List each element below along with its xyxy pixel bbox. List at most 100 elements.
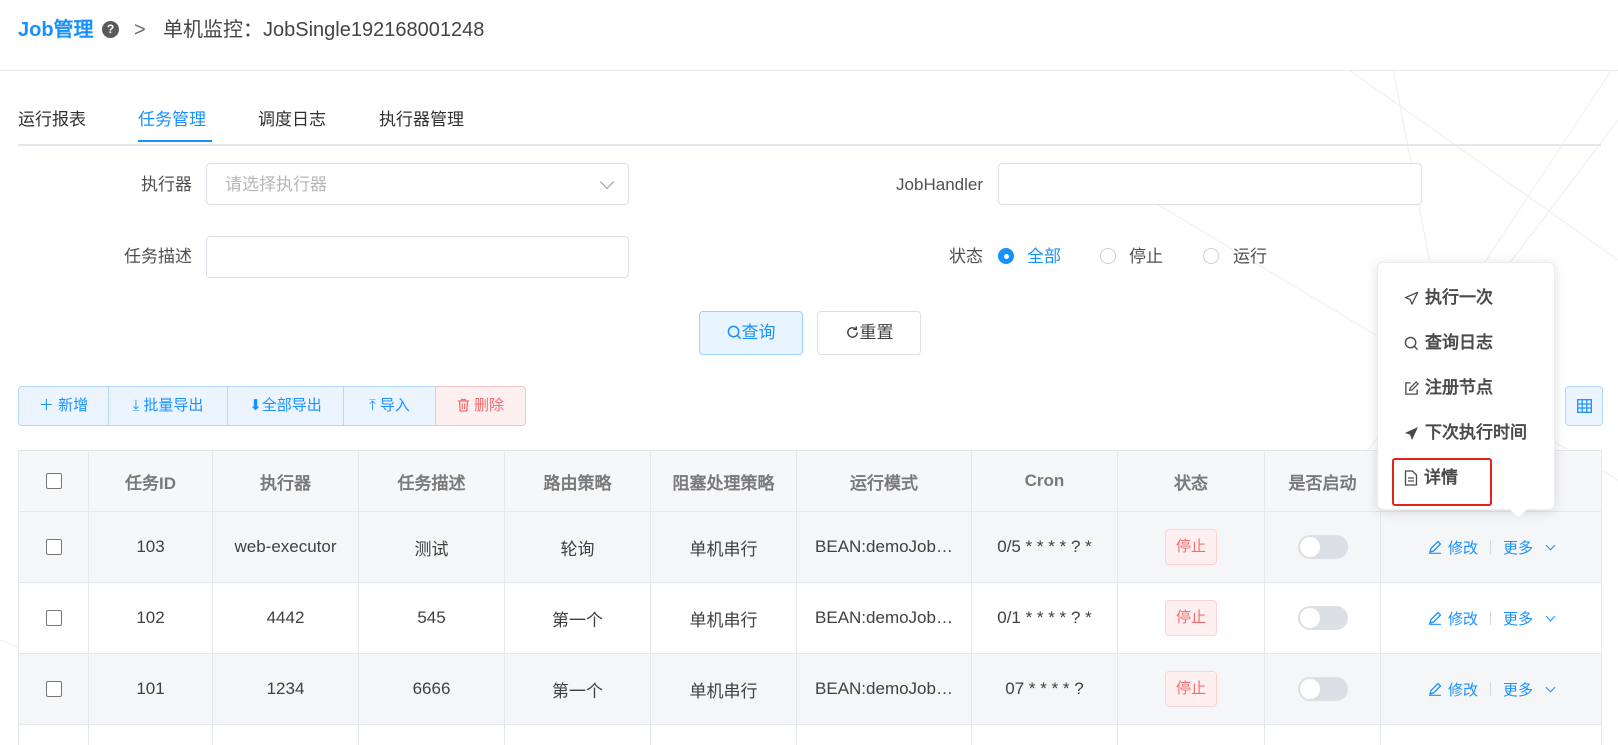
action-toolbar: ＋ 新增 ⤓ 批量导出 ⬇全部导出 ⤒ 导入 删除 xyxy=(18,386,526,426)
cell-block-strategy: 单机串行 xyxy=(651,512,797,582)
chevron-down-icon[interactable] xyxy=(1545,611,1556,621)
upload-icon: ⤒ xyxy=(369,397,380,414)
enable-toggle[interactable] xyxy=(1297,677,1348,701)
status-radio-stop-label[interactable]: 停止 xyxy=(1129,246,1163,268)
status-radio-stop[interactable] xyxy=(1100,248,1116,264)
enable-toggle[interactable] xyxy=(1297,535,1348,559)
delete-label: 删除 xyxy=(473,397,504,414)
tab-executor-management[interactable]: 执行器管理 xyxy=(379,108,464,132)
cell-status: 停止 xyxy=(1118,512,1265,582)
executor-select[interactable]: 请选择执行器 xyxy=(206,163,629,205)
edit-link[interactable]: 修改 xyxy=(1448,608,1478,629)
col-run-mode[interactable]: 运行模式 xyxy=(797,451,972,511)
tab-schedule-log[interactable]: 调度日志 xyxy=(258,108,326,132)
cell-task-desc: 测试 xyxy=(359,512,505,582)
jobhandler-input[interactable] xyxy=(998,163,1422,205)
trash-icon xyxy=(457,398,469,412)
row-checkbox[interactable] xyxy=(45,681,62,697)
menu-item-execute-once[interactable]: 执行一次 xyxy=(1404,286,1493,310)
executor-label: 执行器 xyxy=(141,175,192,194)
edit-square-icon xyxy=(1405,380,1419,395)
batch-export-button[interactable]: ⤓ 批量导出 xyxy=(108,386,228,426)
enable-toggle[interactable] xyxy=(1297,606,1348,630)
menu-item-register-node[interactable]: 注册节点 xyxy=(1404,376,1493,400)
cell-task-id: 101 xyxy=(89,654,213,724)
table-row[interactable]: 102 4442 545 第一个 单机串行 BEAN:demoJob… 0/1 … xyxy=(19,583,1602,654)
cell-executor: web-executor xyxy=(213,512,359,582)
row-select-cell xyxy=(19,654,89,724)
col-route-strategy[interactable]: 路由策略 xyxy=(505,451,651,511)
tab-task-management[interactable]: 任务管理 xyxy=(138,108,206,132)
table-row[interactable]: 101 1234 6666 第一个 单机串行 BEAN:demoJob… 07 … xyxy=(19,654,1602,725)
cell-run-mode: BEAN:demoJob… xyxy=(797,654,972,724)
more-link[interactable]: 更多 xyxy=(1503,537,1533,558)
cell-operations: 修改 更多 xyxy=(1381,654,1602,724)
help-icon[interactable]: ? xyxy=(102,21,119,38)
cell-task-desc: 545 xyxy=(359,583,505,653)
column-settings-button[interactable] xyxy=(1565,386,1603,426)
col-task-desc[interactable]: 任务描述 xyxy=(359,451,505,511)
add-button[interactable]: ＋ 新增 xyxy=(18,386,109,426)
status-radio-run[interactable] xyxy=(1203,248,1219,264)
col-status[interactable]: 状态 xyxy=(1118,451,1265,511)
status-label: 状态 xyxy=(949,247,983,266)
chevron-down-icon[interactable] xyxy=(1545,682,1556,692)
col-enabled[interactable]: 是否启动 xyxy=(1265,451,1381,511)
cell-cron: 0/1 * * * * ? * xyxy=(972,583,1118,653)
edit-link[interactable]: 修改 xyxy=(1448,537,1478,558)
task-desc-input[interactable] xyxy=(206,236,629,278)
col-task-id[interactable]: 任务ID xyxy=(89,451,213,511)
cell-task-desc: 6666 xyxy=(359,654,505,724)
cell-route-strategy: 第一个 xyxy=(505,583,651,653)
reset-button[interactable]: 重置 xyxy=(817,311,921,355)
edit-link[interactable]: 修改 xyxy=(1448,679,1478,700)
col-cron[interactable]: Cron xyxy=(972,451,1118,511)
plus-icon: ＋ xyxy=(38,397,59,414)
status-badge: 停止 xyxy=(1164,671,1217,707)
tab-bar: 运行报表 任务管理 调度日志 执行器管理 xyxy=(18,100,1601,146)
cell-block-strategy: 单机串行 xyxy=(651,583,797,653)
delete-button[interactable]: 删除 xyxy=(435,386,526,426)
cell-task-id: 103 xyxy=(89,512,213,582)
cell-cron: 0/5 * * * * ? * xyxy=(972,512,1118,582)
tab-run-report[interactable]: 运行报表 xyxy=(18,108,86,132)
download-icon: ⤓ xyxy=(132,397,144,414)
import-button[interactable]: ⤒ 导入 xyxy=(343,386,436,426)
status-radio-run-label[interactable]: 运行 xyxy=(1233,246,1267,268)
status-radio-all[interactable] xyxy=(998,248,1014,264)
menu-item-label: 下次执行时间 xyxy=(1425,423,1527,442)
add-button-label: 新增 xyxy=(58,397,89,414)
batch-export-label: 批量导出 xyxy=(143,397,204,414)
more-link[interactable]: 更多 xyxy=(1503,679,1533,700)
menu-item-next-run-time[interactable]: 下次执行时间 xyxy=(1404,421,1527,445)
divider xyxy=(1490,611,1491,625)
brand-title[interactable]: Job管理 xyxy=(18,16,94,44)
select-all-cell xyxy=(19,451,89,511)
more-link[interactable]: 更多 xyxy=(1503,608,1533,629)
tab-active-indicator xyxy=(138,140,212,142)
refresh-icon xyxy=(846,326,858,338)
cell-enabled xyxy=(1265,512,1381,582)
cell-executor: 1234 xyxy=(213,654,359,724)
details-highlight-box xyxy=(1392,458,1492,506)
col-executor[interactable]: 执行器 xyxy=(213,451,359,511)
status-radio-all-label[interactable]: 全部 xyxy=(1027,246,1061,268)
jobhandler-label: JobHandler xyxy=(896,175,983,194)
page-title: 单机监控：JobSingle192168001248 xyxy=(163,19,485,41)
chevron-down-icon[interactable] xyxy=(1545,540,1556,550)
col-block-strategy[interactable]: 阻塞处理策略 xyxy=(651,451,797,511)
send-solid-icon xyxy=(1404,426,1419,440)
search-icon xyxy=(1404,336,1419,350)
row-checkbox[interactable] xyxy=(45,610,62,626)
menu-item-query-log[interactable]: 查询日志 xyxy=(1404,331,1493,355)
table-row[interactable]: 103 web-executor 测试 轮询 单机串行 BEAN:demoJob… xyxy=(19,512,1602,583)
select-all-checkbox[interactable] xyxy=(45,473,62,489)
export-all-button[interactable]: ⬇全部导出 xyxy=(227,386,344,426)
cell-executor: 4442 xyxy=(213,583,359,653)
chevron-down-icon xyxy=(599,174,615,190)
row-select-cell xyxy=(19,583,89,653)
query-button[interactable]: 查询 xyxy=(699,311,803,355)
reset-button-label: 重置 xyxy=(859,323,894,342)
download-solid-icon: ⬇ xyxy=(249,397,262,414)
row-checkbox[interactable] xyxy=(45,539,62,555)
